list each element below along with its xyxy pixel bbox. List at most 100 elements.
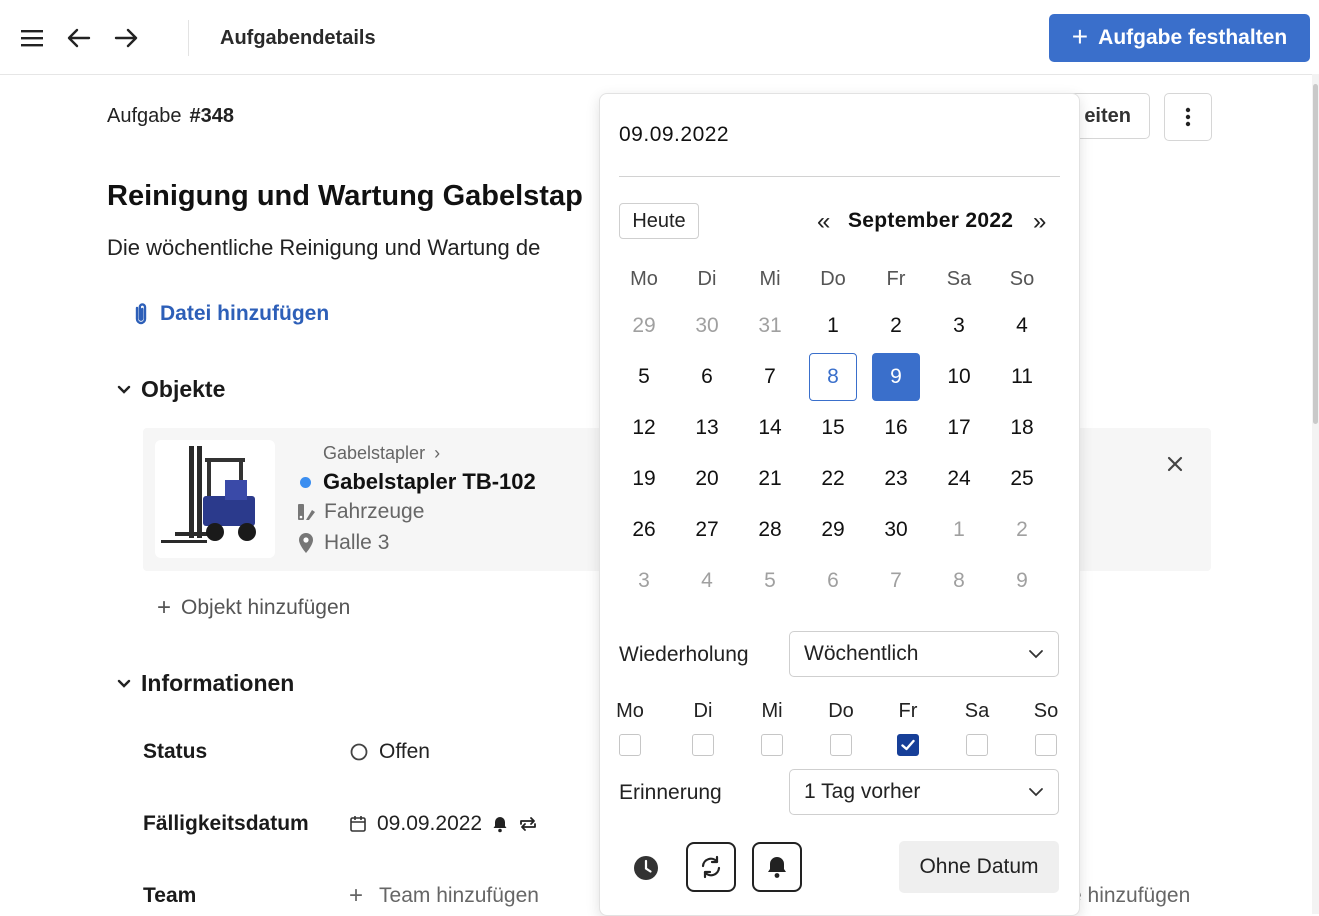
reminder-toggle-button[interactable] (752, 842, 802, 892)
chevron-down-icon (1029, 650, 1043, 659)
calendar-day[interactable]: 29 (620, 302, 668, 350)
weekday-label: Sa (946, 268, 972, 290)
bell-icon (768, 857, 786, 878)
calendar-day[interactable]: 17 (935, 404, 983, 452)
plus-icon: + (157, 594, 172, 621)
calendar-day[interactable]: 4 (998, 302, 1046, 350)
calendar-day[interactable]: 1 (809, 302, 857, 350)
add-item-link-partial[interactable]: e hinzufügen (1070, 884, 1190, 908)
status-value-label: Offen (379, 740, 430, 763)
weekday-label: So (1009, 268, 1035, 290)
status-dot-icon (300, 477, 311, 488)
calendar-day[interactable]: 27 (683, 506, 731, 554)
no-date-button[interactable]: Ohne Datum (899, 841, 1059, 893)
calendar-day[interactable]: 30 (872, 506, 920, 554)
bell-icon (493, 817, 507, 833)
calendar-day[interactable]: 6 (809, 557, 857, 605)
calendar-day[interactable]: 18 (998, 404, 1046, 452)
calendar-day[interactable]: 22 (809, 455, 857, 503)
calendar-icon (350, 816, 366, 832)
repeat-weekday-checkbox[interactable] (1035, 734, 1057, 756)
calendar-day[interactable]: 5 (746, 557, 794, 605)
date-input-field[interactable]: 09.09.2022 (619, 123, 729, 147)
repeat-weekday-label: Di (693, 700, 713, 722)
repeat-weekday-checkbox[interactable] (897, 734, 919, 756)
calendar-day[interactable]: 4 (683, 557, 731, 605)
add-team-link[interactable]: + Team hinzufügen (349, 884, 539, 908)
object-breadcrumb[interactable]: Gabelstapler › (323, 443, 440, 464)
calendar-day[interactable]: 2 (872, 302, 920, 350)
calendar-day[interactable]: 29 (809, 506, 857, 554)
prev-month-button[interactable]: « (817, 208, 830, 236)
repeat-weekday-checkbox[interactable] (692, 734, 714, 756)
date-input-underline (619, 176, 1060, 177)
scrollbar-thumb[interactable] (1313, 84, 1318, 424)
calendar-day[interactable]: 25 (998, 455, 1046, 503)
due-date-value[interactable]: 09.09.2022 (349, 812, 538, 836)
object-location-label: Halle 3 (324, 531, 390, 554)
task-number: Aufgabe #348 (107, 105, 234, 128)
today-button[interactable]: Heute (619, 203, 699, 239)
add-file-link[interactable]: Datei hinzufügen (130, 302, 329, 326)
calendar-day[interactable]: 3 (935, 302, 983, 350)
chevron-down-icon (117, 679, 131, 688)
repeat-select[interactable]: Wöchentlich (789, 631, 1059, 677)
record-task-button[interactable]: + Aufgabe festhalten (1049, 14, 1310, 62)
weekday-label: Mo (630, 268, 658, 290)
header-divider (188, 20, 189, 56)
calendar-day[interactable]: 10 (935, 353, 983, 401)
repeat-weekday-checkbox[interactable] (830, 734, 852, 756)
chevron-down-icon (117, 385, 131, 394)
hamburger-icon[interactable] (16, 22, 48, 54)
calendar-day[interactable]: 23 (872, 455, 920, 503)
repeat-select-value: Wöchentlich (804, 642, 919, 665)
arrow-left-icon[interactable] (63, 22, 95, 54)
object-name[interactable]: Gabelstapler TB-102 (323, 469, 536, 495)
more-options-button[interactable] (1164, 93, 1212, 141)
calendar-day[interactable]: 19 (620, 455, 668, 503)
calendar-day[interactable]: 15 (809, 404, 857, 452)
calendar-day[interactable]: 28 (746, 506, 794, 554)
info-section-toggle[interactable]: Informationen (117, 670, 294, 697)
repeat-weekday-checkbox[interactable] (619, 734, 641, 756)
calendar-day[interactable]: 7 (746, 353, 794, 401)
calendar-day[interactable]: 16 (872, 404, 920, 452)
calendar-day[interactable]: 24 (935, 455, 983, 503)
repeat-weekday-checkbox[interactable] (966, 734, 988, 756)
repeat-toggle-button[interactable] (686, 842, 736, 892)
object-category-label: Fahrzeuge (324, 500, 425, 523)
calendar-day[interactable]: 9 (998, 557, 1046, 605)
sync-icon (701, 855, 721, 879)
calendar-day[interactable]: 12 (620, 404, 668, 452)
status-value[interactable]: Offen (349, 740, 430, 764)
calendar-day[interactable]: 26 (620, 506, 668, 554)
calendar-day[interactable]: 2 (998, 506, 1046, 554)
reminder-select[interactable]: 1 Tag vorher (789, 769, 1059, 815)
calendar-day[interactable]: 5 (620, 353, 668, 401)
add-object-link[interactable]: + Objekt hinzufügen (157, 596, 350, 620)
clock-icon[interactable] (632, 854, 660, 882)
remove-object-icon[interactable] (1163, 452, 1187, 476)
calendar-day[interactable]: 31 (746, 302, 794, 350)
calendar-day[interactable]: 8 (809, 353, 857, 401)
next-month-button[interactable]: » (1033, 208, 1046, 236)
calendar-day[interactable]: 6 (683, 353, 731, 401)
calendar-day[interactable]: 14 (746, 404, 794, 452)
calendar-day[interactable]: 1 (935, 506, 983, 554)
calendar-day[interactable]: 7 (872, 557, 920, 605)
calendar-day[interactable]: 30 (683, 302, 731, 350)
calendar-day[interactable]: 11 (998, 353, 1046, 401)
calendar-day[interactable]: 13 (683, 404, 731, 452)
repeat-weekday-label: Do (828, 700, 854, 722)
category-icon (298, 504, 315, 520)
calendar-day[interactable]: 9 (872, 353, 920, 401)
objects-section-toggle[interactable]: Objekte (117, 376, 225, 403)
calendar-day[interactable]: 21 (746, 455, 794, 503)
calendar-day[interactable]: 8 (935, 557, 983, 605)
calendar-day[interactable]: 3 (620, 557, 668, 605)
calendar-day[interactable]: 20 (683, 455, 731, 503)
month-label: September 2022 (848, 209, 1014, 232)
arrow-right-icon[interactable] (110, 22, 142, 54)
repeat-weekday-checkbox[interactable] (761, 734, 783, 756)
repeat-weekday-label: Mi (761, 700, 783, 722)
